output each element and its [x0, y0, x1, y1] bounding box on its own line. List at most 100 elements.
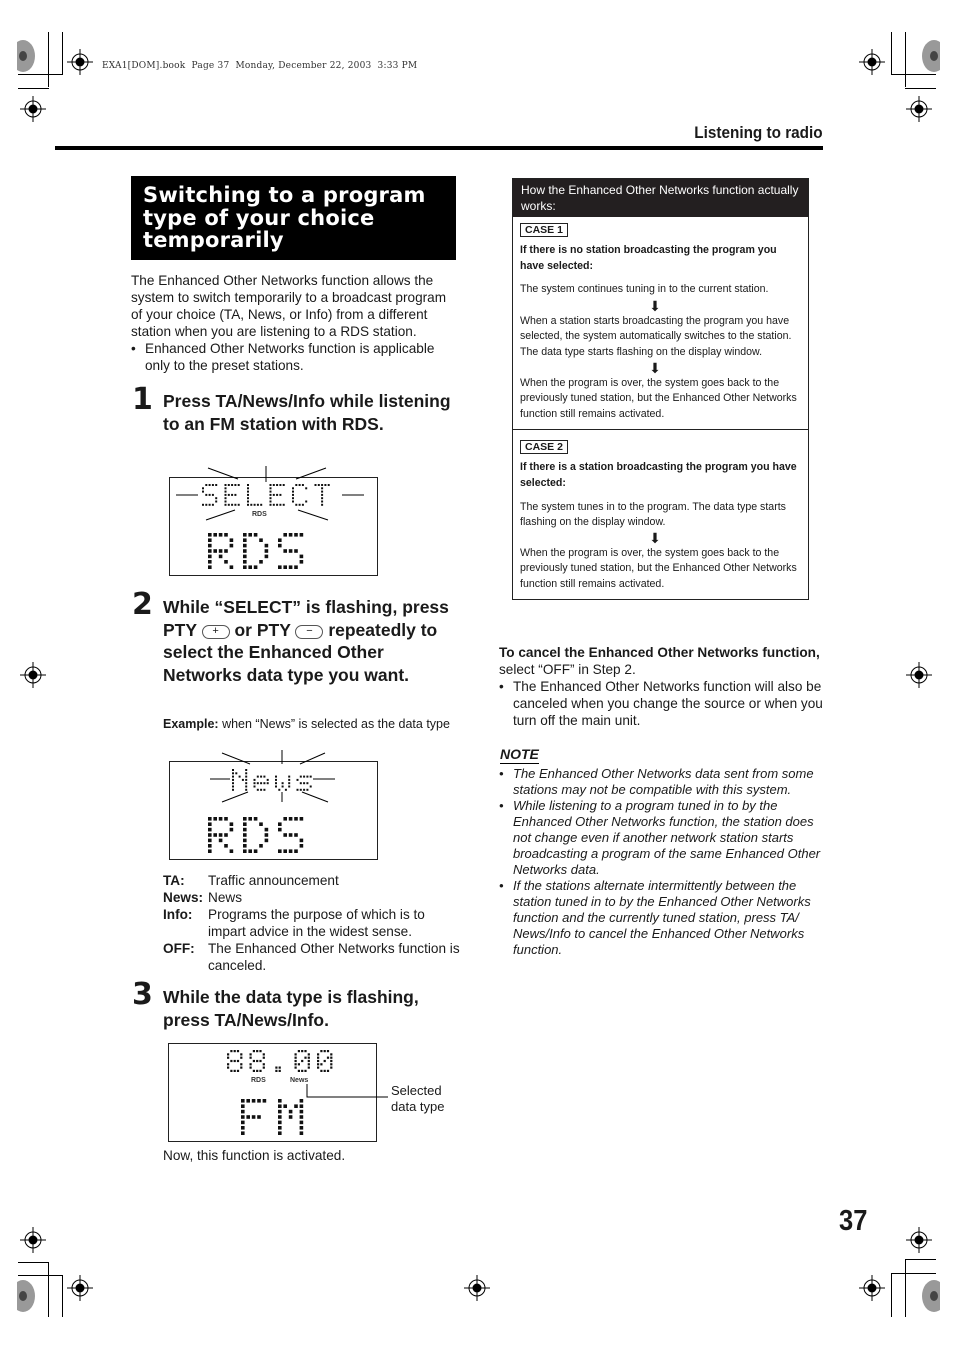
example-label: Example:: [163, 717, 219, 731]
lcd-dot-bottom: [299, 560, 304, 564]
lcd-dot-bottom: [299, 1120, 304, 1125]
case-step: The system tunes in to the program. The …: [520, 500, 786, 529]
lcd-dot-freq: [301, 1069, 304, 1072]
bullet-icon: •: [499, 679, 504, 694]
example-desc: when “News” is selected as the data type: [218, 717, 450, 731]
lcd-dot-freq: [252, 1059, 255, 1063]
lcd-dot-freq: [256, 1050, 259, 1053]
lcd-dot-freq: [323, 1050, 326, 1053]
lcd-dot-freq: [304, 1056, 307, 1059]
lcd-dot-freq: [297, 1063, 300, 1066]
lcd-dot-bottom: [243, 849, 247, 853]
case-1: CASE 1 If there is no station broadcasti…: [513, 217, 808, 429]
flash-rays-icon: [176, 466, 364, 521]
lcd-dot-bottom: [294, 833, 298, 837]
registration-mark-icon: [20, 1227, 46, 1253]
registration-mark-icon: [464, 1275, 490, 1301]
lcd-dot-bottom: [229, 565, 234, 569]
lcd-dot-bottom: [243, 827, 247, 832]
case-badge: CASE 1: [520, 223, 568, 237]
how-it-works-panel: How the Enhanced Other Networks function…: [512, 178, 809, 600]
lcd-dot-bottom: [243, 833, 247, 837]
bullet-icon: •: [131, 341, 136, 356]
lcd-dot-bottom: [264, 833, 269, 837]
color-rosette-icon: [914, 1278, 946, 1314]
lcd-dot-bottom: [262, 1099, 267, 1103]
definition-desc: Traffic announcement: [208, 873, 339, 888]
lcd-dot-freq: [294, 1053, 297, 1056]
case-condition: If there is no station broadcasting the …: [520, 244, 777, 272]
note-list: • The Enhanced Other Networks data sent f…: [499, 766, 829, 958]
lcd-dot-bottom: [278, 1131, 282, 1135]
definition-term: OFF:: [163, 941, 195, 956]
case-step: When a station starts broadcasting the p…: [520, 314, 792, 358]
down-arrow-icon: ⬇: [649, 359, 661, 376]
lcd-dot-bottom: [208, 822, 212, 826]
lcd-dot-bottom: [208, 538, 212, 542]
rds-indicator: RDS: [251, 1077, 266, 1084]
lcd-dot-bottom: [248, 849, 252, 853]
lcd-dot-freq: [249, 1066, 252, 1069]
registration-mark-icon: [67, 49, 93, 75]
lcd-dot-bottom: [283, 549, 287, 553]
running-head: Listening to radio: [694, 123, 823, 142]
case-step: The system continues tuning in to the cu…: [520, 283, 769, 296]
lcd-dot-freq: [297, 1069, 300, 1072]
lcd-dot-bottom: [299, 1131, 304, 1135]
note-item: • While listening to a program tuned in t…: [499, 798, 829, 878]
lcd-dot-freq: [317, 1053, 320, 1056]
lcd-dot-freq: [275, 1066, 278, 1069]
lcd-dot-bottom: [218, 817, 223, 821]
step-2-text: While “SELECT” is flashing, press PTY + …: [163, 596, 458, 686]
lcd-dot-freq: [262, 1053, 265, 1056]
lcd-dot-freq: [262, 1063, 265, 1066]
lcd-dot-bottom: [278, 1109, 282, 1114]
definition-desc: Programs the purpose of which is to impa…: [208, 907, 425, 939]
section-title: Switching to a program type of your choi…: [131, 176, 456, 260]
lcd-dot-bottom: [283, 833, 287, 837]
lcd-dot-freq: [249, 1053, 252, 1056]
lcd-dot-bottom: [278, 1120, 282, 1125]
registration-mark-icon: [859, 49, 885, 75]
lcd-dot-freq: [301, 1050, 304, 1053]
lcd-dot-bottom: [288, 549, 293, 553]
lcd-dot-bottom: [243, 533, 247, 537]
lcd-dot-bottom: [264, 838, 269, 843]
lcd-dot-bottom: [299, 1104, 304, 1108]
lcd-dot-bottom: [299, 844, 304, 848]
lcd-dot-bottom: [208, 849, 212, 853]
definition-row: TA: Traffic announcement: [163, 872, 463, 889]
lcd-dot-bottom: [208, 827, 212, 832]
lcd-dot-bottom: [229, 543, 234, 548]
step-number: 3: [132, 977, 153, 1012]
lcd-dot-freq: [236, 1069, 240, 1072]
lcd-dot-bottom: [243, 554, 247, 559]
registration-mark-icon: [20, 662, 46, 688]
lcd-dot-freq: [249, 1056, 252, 1059]
flash-rays-icon: [210, 750, 335, 803]
lcd-dot-freq: [240, 1053, 243, 1056]
lcd-dot-freq: [330, 1053, 333, 1056]
lcd-dot-freq: [304, 1069, 307, 1072]
lcd-dot-bottom: [241, 1126, 245, 1130]
cancel-desc: select “OFF” in Step 2.: [499, 662, 636, 677]
lcd-dot-freq: [240, 1063, 243, 1066]
case-step: When the program is over, the system goe…: [520, 376, 797, 420]
lcd-dot-bottom: [251, 1115, 256, 1119]
lcd-dot-bottom: [208, 533, 212, 537]
definition-row: News: News: [163, 889, 463, 906]
lcd-dot-freq: [297, 1050, 300, 1053]
lcd-dot-freq: [294, 1063, 297, 1066]
definition-row: OFF: The Enhanced Other Networks function…: [163, 940, 463, 974]
lcd-dot-freq: [320, 1050, 323, 1053]
case-badge: CASE 2: [520, 440, 568, 455]
cancel-bullet-text: The Enhanced Other Networks function wil…: [513, 679, 823, 728]
lcd-dot-freq: [320, 1063, 323, 1066]
lcd-dot-bottom: [208, 838, 212, 843]
lcd-dot-freq: [326, 1069, 330, 1072]
lcd-dot-bottom: [283, 1104, 287, 1108]
lcd-dot-freq: [301, 1059, 304, 1063]
lcd-dot-bottom: [264, 543, 269, 548]
lcd-dot-bottom: [213, 817, 217, 821]
definition-term: TA:: [163, 873, 185, 888]
